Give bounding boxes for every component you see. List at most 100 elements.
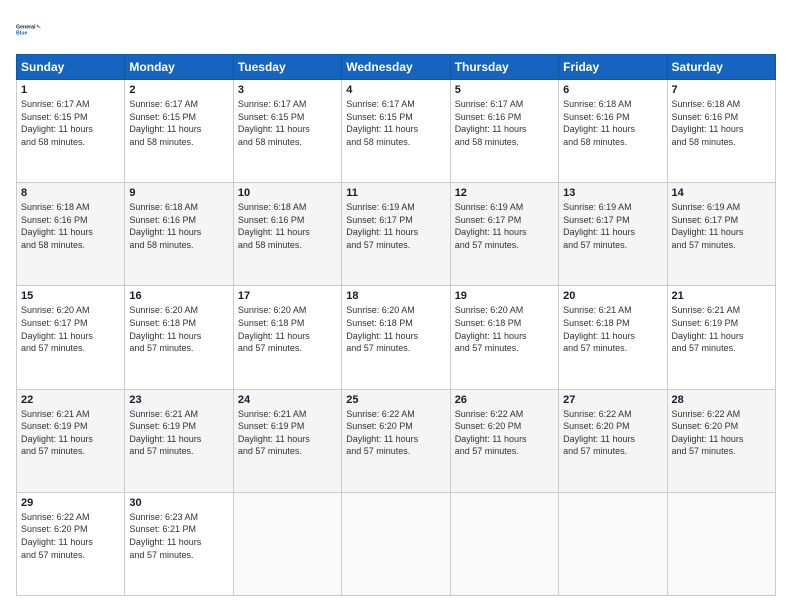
day-info: Sunrise: 6:22 AM Sunset: 6:20 PM Dayligh… xyxy=(346,408,445,458)
day-info: Sunrise: 6:21 AM Sunset: 6:19 PM Dayligh… xyxy=(238,408,337,458)
sunset-label: Sunset: 6:17 PM xyxy=(672,215,739,225)
day-info: Sunrise: 6:18 AM Sunset: 6:16 PM Dayligh… xyxy=(672,98,771,148)
day-info: Sunrise: 6:21 AM Sunset: 6:19 PM Dayligh… xyxy=(129,408,228,458)
day-cell: 23 Sunrise: 6:21 AM Sunset: 6:19 PM Dayl… xyxy=(125,389,233,492)
daylight-label: Daylight: 11 hours xyxy=(672,434,744,444)
day-header-wednesday: Wednesday xyxy=(342,55,450,80)
day-number: 25 xyxy=(346,394,445,406)
day-info: Sunrise: 6:17 AM Sunset: 6:15 PM Dayligh… xyxy=(346,98,445,148)
day-cell: 16 Sunrise: 6:20 AM Sunset: 6:18 PM Dayl… xyxy=(125,286,233,389)
sunrise-label: Sunrise: 6:18 AM xyxy=(672,99,741,109)
day-info: Sunrise: 6:21 AM Sunset: 6:19 PM Dayligh… xyxy=(672,304,771,354)
day-number: 7 xyxy=(672,84,771,96)
day-cell: 11 Sunrise: 6:19 AM Sunset: 6:17 PM Dayl… xyxy=(342,183,450,286)
day-cell: 2 Sunrise: 6:17 AM Sunset: 6:15 PM Dayli… xyxy=(125,80,233,183)
day-cell xyxy=(450,492,558,595)
daylight-label: Daylight: 11 hours xyxy=(455,434,527,444)
sunset-label: Sunset: 6:16 PM xyxy=(129,215,196,225)
sunset-label: Sunset: 6:16 PM xyxy=(238,215,305,225)
daylight-label: Daylight: 11 hours xyxy=(672,227,744,237)
sunrise-label: Sunrise: 6:22 AM xyxy=(672,409,741,419)
day-cell: 20 Sunrise: 6:21 AM Sunset: 6:18 PM Dayl… xyxy=(559,286,667,389)
day-number: 1 xyxy=(21,84,120,96)
daylight-label: Daylight: 11 hours xyxy=(346,434,418,444)
day-info: Sunrise: 6:21 AM Sunset: 6:19 PM Dayligh… xyxy=(21,408,120,458)
daylight-label: Daylight: 11 hours xyxy=(129,227,201,237)
sunset-label: Sunset: 6:21 PM xyxy=(129,524,196,534)
daylight-minutes: and 57 minutes. xyxy=(129,446,193,456)
sunrise-label: Sunrise: 6:21 AM xyxy=(238,409,307,419)
week-row-3: 15 Sunrise: 6:20 AM Sunset: 6:17 PM Dayl… xyxy=(17,286,776,389)
day-number: 5 xyxy=(455,84,554,96)
daylight-minutes: and 58 minutes. xyxy=(672,137,736,147)
daylight-label: Daylight: 11 hours xyxy=(129,537,201,547)
sunrise-label: Sunrise: 6:17 AM xyxy=(129,99,198,109)
daylight-minutes: and 57 minutes. xyxy=(563,446,627,456)
sunrise-label: Sunrise: 6:22 AM xyxy=(563,409,632,419)
daylight-minutes: and 57 minutes. xyxy=(455,343,519,353)
day-number: 8 xyxy=(21,187,120,199)
sunrise-label: Sunrise: 6:21 AM xyxy=(672,305,741,315)
day-cell: 30 Sunrise: 6:23 AM Sunset: 6:21 PM Dayl… xyxy=(125,492,233,595)
daylight-label: Daylight: 11 hours xyxy=(563,434,635,444)
sunset-label: Sunset: 6:16 PM xyxy=(563,112,630,122)
daylight-minutes: and 57 minutes. xyxy=(563,343,627,353)
day-cell: 25 Sunrise: 6:22 AM Sunset: 6:20 PM Dayl… xyxy=(342,389,450,492)
sunset-label: Sunset: 6:16 PM xyxy=(455,112,522,122)
day-cell xyxy=(233,492,341,595)
daylight-minutes: and 57 minutes. xyxy=(346,446,410,456)
sunset-label: Sunset: 6:18 PM xyxy=(455,318,522,328)
daylight-label: Daylight: 11 hours xyxy=(563,331,635,341)
daylight-label: Daylight: 11 hours xyxy=(21,537,93,547)
sunset-label: Sunset: 6:15 PM xyxy=(21,112,88,122)
daylight-label: Daylight: 11 hours xyxy=(455,124,527,134)
sunset-label: Sunset: 6:20 PM xyxy=(563,421,630,431)
daylight-minutes: and 57 minutes. xyxy=(238,343,302,353)
sunset-label: Sunset: 6:17 PM xyxy=(346,215,413,225)
daylight-label: Daylight: 11 hours xyxy=(672,124,744,134)
day-info: Sunrise: 6:18 AM Sunset: 6:16 PM Dayligh… xyxy=(563,98,662,148)
daylight-label: Daylight: 11 hours xyxy=(672,331,744,341)
daylight-minutes: and 57 minutes. xyxy=(21,446,85,456)
daylight-label: Daylight: 11 hours xyxy=(238,124,310,134)
day-header-monday: Monday xyxy=(125,55,233,80)
day-number: 14 xyxy=(672,187,771,199)
day-info: Sunrise: 6:22 AM Sunset: 6:20 PM Dayligh… xyxy=(21,511,120,561)
day-cell: 5 Sunrise: 6:17 AM Sunset: 6:16 PM Dayli… xyxy=(450,80,558,183)
day-info: Sunrise: 6:21 AM Sunset: 6:18 PM Dayligh… xyxy=(563,304,662,354)
day-cell: 19 Sunrise: 6:20 AM Sunset: 6:18 PM Dayl… xyxy=(450,286,558,389)
sunrise-label: Sunrise: 6:18 AM xyxy=(238,202,307,212)
sunset-label: Sunset: 6:20 PM xyxy=(455,421,522,431)
svg-text:Blue: Blue xyxy=(16,31,27,37)
day-cell: 27 Sunrise: 6:22 AM Sunset: 6:20 PM Dayl… xyxy=(559,389,667,492)
week-row-1: 1 Sunrise: 6:17 AM Sunset: 6:15 PM Dayli… xyxy=(17,80,776,183)
day-cell: 21 Sunrise: 6:21 AM Sunset: 6:19 PM Dayl… xyxy=(667,286,775,389)
day-number: 18 xyxy=(346,290,445,302)
sunset-label: Sunset: 6:15 PM xyxy=(129,112,196,122)
daylight-label: Daylight: 11 hours xyxy=(455,331,527,341)
daylight-minutes: and 57 minutes. xyxy=(21,550,85,560)
day-number: 10 xyxy=(238,187,337,199)
sunset-label: Sunset: 6:19 PM xyxy=(129,421,196,431)
day-cell: 29 Sunrise: 6:22 AM Sunset: 6:20 PM Dayl… xyxy=(17,492,125,595)
day-info: Sunrise: 6:22 AM Sunset: 6:20 PM Dayligh… xyxy=(455,408,554,458)
daylight-minutes: and 57 minutes. xyxy=(129,343,193,353)
sunset-label: Sunset: 6:17 PM xyxy=(455,215,522,225)
day-number: 9 xyxy=(129,187,228,199)
daylight-minutes: and 57 minutes. xyxy=(238,446,302,456)
daylight-minutes: and 58 minutes. xyxy=(21,137,85,147)
sunrise-label: Sunrise: 6:19 AM xyxy=(455,202,524,212)
day-number: 11 xyxy=(346,187,445,199)
daylight-minutes: and 57 minutes. xyxy=(672,343,736,353)
daylight-label: Daylight: 11 hours xyxy=(21,434,93,444)
logo: GeneralBlue xyxy=(16,16,44,44)
daylight-label: Daylight: 11 hours xyxy=(563,124,635,134)
day-header-friday: Friday xyxy=(559,55,667,80)
day-number: 27 xyxy=(563,394,662,406)
daylight-label: Daylight: 11 hours xyxy=(21,331,93,341)
day-cell: 26 Sunrise: 6:22 AM Sunset: 6:20 PM Dayl… xyxy=(450,389,558,492)
day-number: 15 xyxy=(21,290,120,302)
day-number: 3 xyxy=(238,84,337,96)
daylight-minutes: and 58 minutes. xyxy=(129,240,193,250)
daylight-minutes: and 57 minutes. xyxy=(455,240,519,250)
